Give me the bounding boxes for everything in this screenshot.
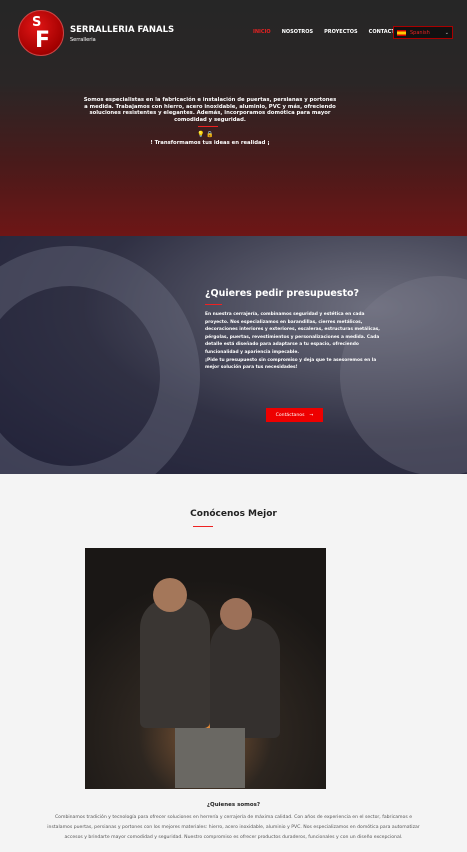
nav-inicio[interactable]: INICIO [253, 29, 271, 35]
nav-nosotros[interactable]: NOSOTROS [282, 29, 313, 35]
slogan: ! Transformamos tus ideas en realidad ¡ [150, 140, 270, 146]
contact-button[interactable]: Contáctanos → [266, 408, 323, 422]
bulb-lock-icons: 💡 🔒 [197, 131, 214, 138]
divider [205, 304, 222, 305]
about-section: Conócenos Mejor ¿Quienes somos? Combinam… [0, 474, 467, 852]
about-text: Combinamos tradición y tecnología para o… [47, 815, 420, 840]
brand-subtitle: Serralleria [70, 37, 96, 43]
quote-text: En nuestra cerrajería, combinamos seguri… [205, 312, 380, 355]
spain-flag-icon [397, 29, 406, 36]
person-shape [140, 598, 210, 728]
divider [193, 526, 213, 527]
arrow-right-icon: → [309, 412, 314, 418]
hero-section: SF SERRALLERIA FANALS Serralleria INICIO… [0, 0, 467, 236]
quote-section: ¿Quieres pedir presupuesto? En nuestra c… [0, 236, 467, 474]
anvil-shape [175, 728, 245, 788]
main-nav: INICIO NOSOTROS PROYECTOS CONTACTO [253, 29, 399, 35]
nav-proyectos[interactable]: PROYECTOS [324, 29, 358, 35]
language-label: Spanish [410, 29, 430, 36]
divider [198, 126, 218, 127]
quote-box: ¿Quieres pedir presupuesto? En nuestra c… [205, 288, 385, 372]
blacksmiths-photo [85, 548, 326, 789]
quote-cta-text: ¡Pide tu presupuesto sin compromiso y de… [205, 357, 377, 371]
about-title: Conócenos Mejor [190, 509, 277, 519]
contact-button-label: Contáctanos [275, 412, 305, 418]
language-select[interactable]: Spanish ⌄ [393, 26, 453, 39]
person-shape [210, 618, 280, 738]
brand-name[interactable]: SERRALLERIA FANALS [70, 25, 174, 35]
logo[interactable]: SF [18, 10, 64, 56]
about-subtitle: ¿Quienes somos? [206, 802, 261, 808]
chevron-down-icon: ⌄ [444, 29, 449, 36]
head-shape [220, 598, 252, 630]
brand: SERRALLERIA FANALS Serralleria [70, 25, 174, 43]
head-shape [153, 578, 187, 612]
quote-title: ¿Quieres pedir presupuesto? [205, 288, 360, 299]
intro-text: Somos especialistas en la fabricación e … [83, 97, 337, 123]
